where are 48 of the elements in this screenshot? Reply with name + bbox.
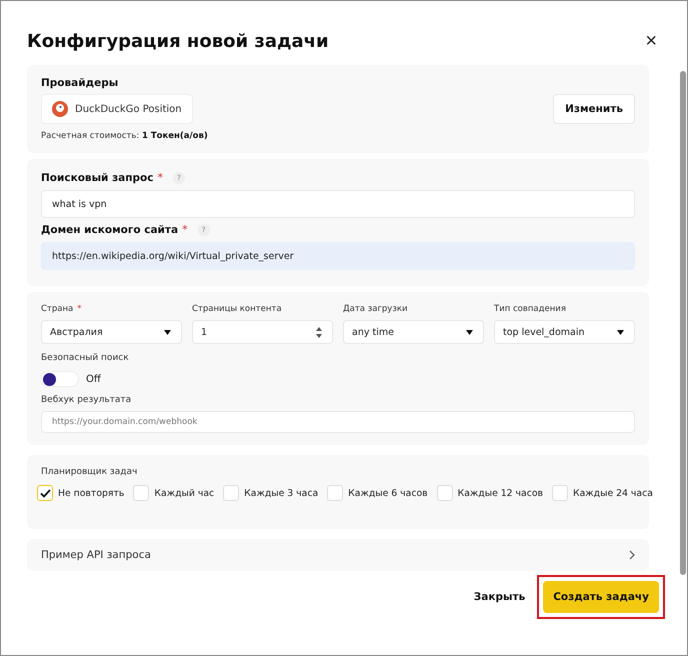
dropdown[interactable]: Австралия xyxy=(41,320,182,344)
toggle-switch[interactable] xyxy=(41,371,79,387)
provider-chip[interactable]: DuckDuckGo Position xyxy=(41,94,193,124)
close-button[interactable]: × xyxy=(645,30,657,52)
checkbox-label: Каждый час xyxy=(154,488,214,498)
create-button[interactable]: Создать задачу xyxy=(543,581,659,613)
field-label: Тип совпадения xyxy=(494,304,566,314)
change-button[interactable]: Изменить xyxy=(553,94,635,124)
query-field[interactable]: what is vpn xyxy=(41,190,635,218)
field-label: Поисковый запрос xyxy=(41,172,154,184)
checkbox[interactable] xyxy=(223,485,240,501)
toggle-state: Off xyxy=(86,374,101,384)
checkbox-label: Каждые 24 часа xyxy=(573,488,653,498)
field-label: Безопасный поиск xyxy=(41,353,129,363)
cost-text: Расчетная стоимость: 1 Токен(а/ов) xyxy=(41,131,209,141)
api-example-row[interactable]: Пример API запроса xyxy=(27,539,649,571)
checkbox[interactable] xyxy=(552,485,568,501)
close-button[interactable]: Закрыть xyxy=(474,591,526,603)
field-label: Страницы контента xyxy=(192,304,282,314)
caret-icon xyxy=(466,330,473,334)
dialog-title: Конфигурация новой задачи xyxy=(27,30,329,52)
checkbox-label: Каждые 6 часов xyxy=(348,488,428,498)
domain-field[interactable]: https://en.wikipedia.org/wiki/Virtual_private_server xyxy=(41,242,635,270)
checkbox-label: Не повторять xyxy=(58,488,124,498)
checkbox[interactable] xyxy=(37,485,53,501)
field-label: Дата загрузки xyxy=(343,304,408,314)
duck-icon xyxy=(52,101,68,117)
webhook-field[interactable]: https://your.domain.com/webhook xyxy=(41,411,635,433)
caret-icon xyxy=(164,330,171,334)
checkbox-label: Каждые 12 часов xyxy=(458,488,543,498)
required-mark: * xyxy=(157,171,163,184)
field-label: Домен искомого сайта xyxy=(41,224,178,236)
caret-icon xyxy=(617,330,624,334)
section-label: Планировщик задач xyxy=(41,467,138,477)
number-field[interactable]: 1 xyxy=(192,320,333,344)
required-mark: * xyxy=(182,223,188,236)
field-label: Вебхук результата xyxy=(41,395,132,405)
dropdown[interactable]: any time xyxy=(343,320,484,344)
checkbox-label: Каждые 3 часа xyxy=(244,488,318,498)
required-mark: * xyxy=(77,304,82,314)
dropdown[interactable]: top level_domain xyxy=(494,320,635,344)
checkbox[interactable] xyxy=(436,485,453,501)
field-label: Страна xyxy=(41,304,74,314)
checkbox[interactable] xyxy=(327,485,344,501)
chevron-icon xyxy=(629,550,635,560)
section-label: Провайдеры xyxy=(41,77,118,89)
checkbox[interactable] xyxy=(133,485,150,501)
spinner-icon[interactable] xyxy=(316,326,322,338)
